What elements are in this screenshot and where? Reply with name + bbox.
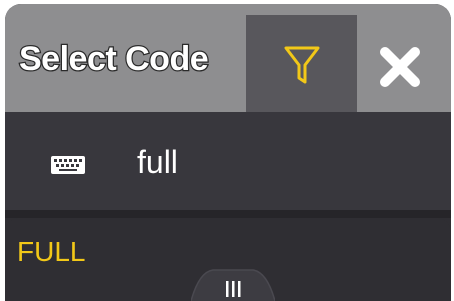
close-button[interactable] xyxy=(371,38,429,96)
dialog-title: Select Code xyxy=(18,39,210,80)
search-field[interactable]: full xyxy=(5,112,451,210)
filter-button-face[interactable] xyxy=(246,15,357,115)
list-item-label: FULL xyxy=(17,236,86,267)
dialog-titlebar: Select Code xyxy=(5,4,451,120)
search-input-value[interactable]: full xyxy=(137,144,178,181)
filter-icon xyxy=(284,46,319,84)
close-icon xyxy=(380,47,420,87)
divider xyxy=(5,210,451,218)
select-code-dialog: Select Code full FULL xyxy=(5,4,451,301)
keyboard-icon xyxy=(51,156,85,174)
filter-button[interactable] xyxy=(241,10,362,120)
grip-icon[interactable] xyxy=(191,266,275,301)
